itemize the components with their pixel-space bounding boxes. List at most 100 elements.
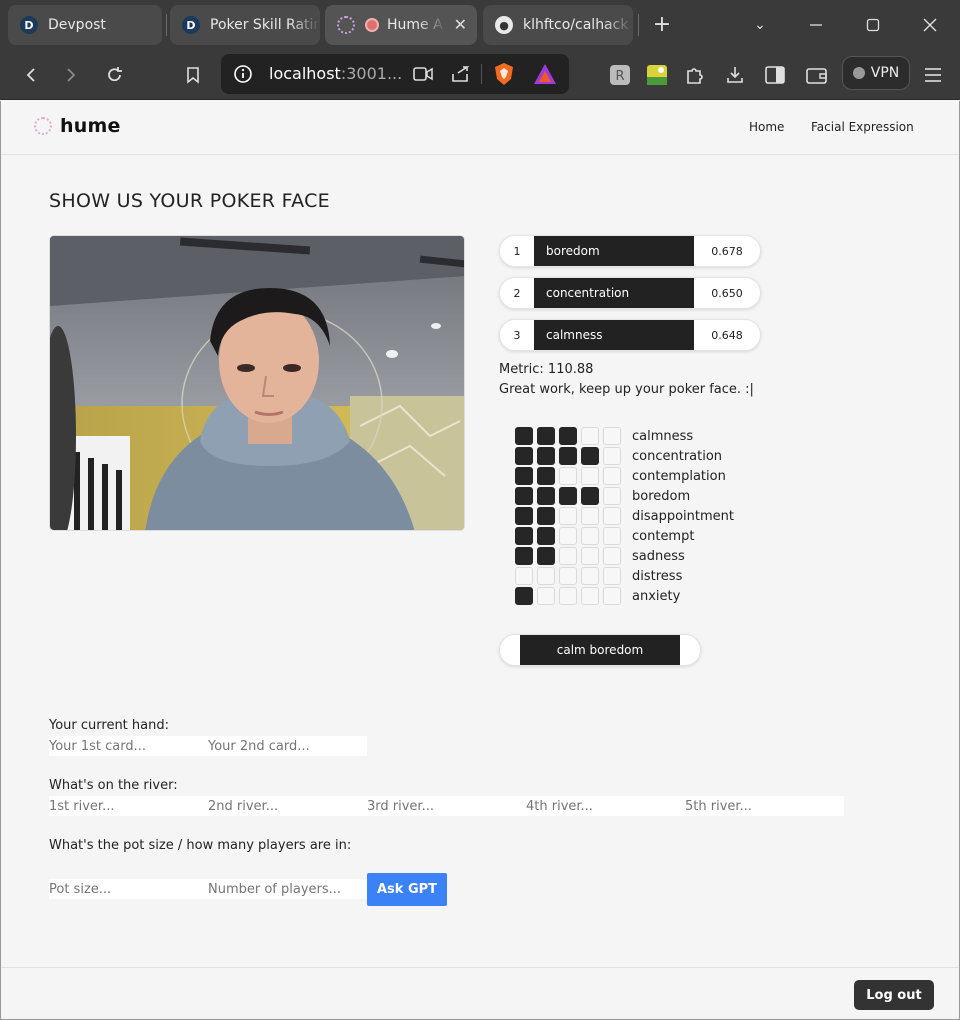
- svg-text:R: R: [615, 69, 624, 84]
- pot-size-input[interactable]: [49, 879, 208, 899]
- second-card-input[interactable]: [208, 736, 367, 756]
- minimize-icon[interactable]: [804, 13, 828, 37]
- nav-link-facial-expression[interactable]: Facial Expression: [811, 120, 914, 134]
- top-emotion-3: 3 calmness 0.648: [499, 319, 761, 351]
- hume-logo-icon: [34, 117, 52, 135]
- hume-logo[interactable]: hume: [34, 115, 121, 137]
- level-cell-empty: [559, 587, 577, 605]
- menu-icon[interactable]: [920, 62, 946, 88]
- first-card-input[interactable]: [49, 736, 208, 756]
- level-cell-empty: [559, 547, 577, 565]
- back-icon[interactable]: [18, 62, 44, 88]
- emotion-level-label: disappointment: [632, 508, 735, 524]
- new-tab-icon[interactable]: +: [650, 12, 674, 37]
- webcam-frame: [50, 236, 464, 530]
- level-cell-filled: [581, 487, 599, 505]
- level-cell-filled: [515, 467, 533, 485]
- level-cell-filled: [515, 587, 533, 605]
- url-text[interactable]: localhost:3001...: [269, 64, 402, 83]
- emotion-score: 0.678: [711, 244, 743, 258]
- emotion-level-label: distress: [632, 568, 683, 584]
- extension-r-icon[interactable]: R: [607, 62, 633, 88]
- nav-link-home[interactable]: Home: [749, 120, 784, 134]
- vpn-status-icon: [852, 67, 865, 79]
- tab-poker-skill-rating[interactable]: D Poker Skill Ratin: [170, 5, 320, 45]
- maximize-icon[interactable]: [861, 13, 885, 37]
- level-cell-filled: [559, 427, 577, 445]
- emotion-level-row: sadness: [515, 546, 685, 566]
- level-cell-empty: [603, 587, 621, 605]
- logout-button[interactable]: Log out: [854, 980, 934, 1010]
- site-info-icon[interactable]: [233, 64, 253, 88]
- devpost-icon: D: [20, 16, 38, 34]
- level-cell-filled: [515, 547, 533, 565]
- river-1-input[interactable]: [49, 796, 208, 816]
- emotion-level-row: distress: [515, 566, 682, 586]
- vpn-button[interactable]: VPN: [842, 56, 910, 90]
- players-input[interactable]: [208, 879, 367, 899]
- level-cell-empty: [559, 527, 577, 545]
- download-icon[interactable]: [722, 62, 748, 88]
- level-cell-filled: [515, 427, 533, 445]
- sidebar-toggle-icon[interactable]: [762, 62, 788, 88]
- extensions-puzzle-icon[interactable]: [682, 62, 708, 88]
- close-window-icon[interactable]: [918, 13, 942, 37]
- pot-label: What's the pot size / how many players a…: [49, 838, 352, 853]
- top-emotion-2: 2 concentration 0.650: [499, 277, 761, 309]
- level-cell-empty: [581, 567, 599, 585]
- emotion-level-row: disappointment: [515, 506, 734, 526]
- river-3-input[interactable]: [367, 796, 526, 816]
- emotion-rank: 2: [513, 286, 521, 300]
- brave-shield-icon[interactable]: [493, 62, 515, 90]
- forward-icon[interactable]: [58, 62, 84, 88]
- emotion-rank: 3: [513, 328, 521, 342]
- tab-title: Devpost: [48, 17, 106, 33]
- vpn-label: VPN: [870, 65, 900, 81]
- emotion-level-label: calmness: [632, 428, 694, 444]
- level-cell-empty: [559, 467, 577, 485]
- level-cell-filled: [537, 467, 555, 485]
- tab-hume-active[interactable]: Hume A ✕: [325, 5, 477, 45]
- hume-icon: [337, 16, 355, 34]
- share-icon[interactable]: [450, 65, 470, 87]
- river-5-input[interactable]: [685, 796, 844, 816]
- emotion-rank: 1: [513, 244, 521, 258]
- river-2-input[interactable]: [208, 796, 367, 816]
- emotion-level-label: contempt: [632, 528, 695, 544]
- river-4-input[interactable]: [526, 796, 685, 816]
- footer-divider: [1, 967, 959, 968]
- browser-tab-bar: D Devpost D Poker Skill Ratin Hume A ✕ ●…: [0, 0, 960, 50]
- reload-icon[interactable]: [102, 62, 128, 88]
- level-cell-empty: [603, 467, 621, 485]
- extension-landscape-icon[interactable]: [644, 62, 670, 88]
- address-bar[interactable]: localhost:3001...: [221, 54, 569, 94]
- tab-github[interactable]: ● klhftco/calhack: [483, 5, 633, 45]
- chevron-down-icon[interactable]: ⌄: [748, 13, 772, 37]
- level-cell-empty: [537, 587, 555, 605]
- emotion-level-row: calmness: [515, 426, 693, 446]
- level-cell-filled: [581, 447, 599, 465]
- level-cell-filled: [537, 527, 555, 545]
- bookmark-icon[interactable]: [180, 62, 206, 88]
- close-tab-icon[interactable]: ✕: [454, 15, 467, 34]
- emotion-level-row: concentration: [515, 446, 722, 466]
- ask-gpt-button[interactable]: Ask GPT: [367, 873, 447, 906]
- level-cell-empty: [581, 527, 599, 545]
- emotion-level-label: boredom: [632, 488, 691, 504]
- emotion-level-label: contemplation: [632, 468, 726, 484]
- level-cell-empty: [603, 427, 621, 445]
- camera-icon[interactable]: [413, 66, 433, 86]
- level-cell-empty: [603, 447, 621, 465]
- app-page: hume Home Facial Expression SHOW US YOUR…: [0, 101, 960, 1020]
- feedback-message: Great work, keep up your poker face. :|: [499, 382, 754, 397]
- level-cell-filled: [559, 447, 577, 465]
- tab-devpost[interactable]: D Devpost: [8, 5, 162, 45]
- level-cell-empty: [581, 467, 599, 485]
- level-cell-empty: [581, 587, 599, 605]
- level-cell-empty: [559, 567, 577, 585]
- recording-icon: [365, 18, 379, 32]
- brave-rewards-icon[interactable]: [533, 63, 557, 89]
- github-icon: ●: [495, 16, 513, 34]
- emotion-name: boredom: [534, 236, 694, 266]
- wallet-icon[interactable]: [804, 62, 830, 88]
